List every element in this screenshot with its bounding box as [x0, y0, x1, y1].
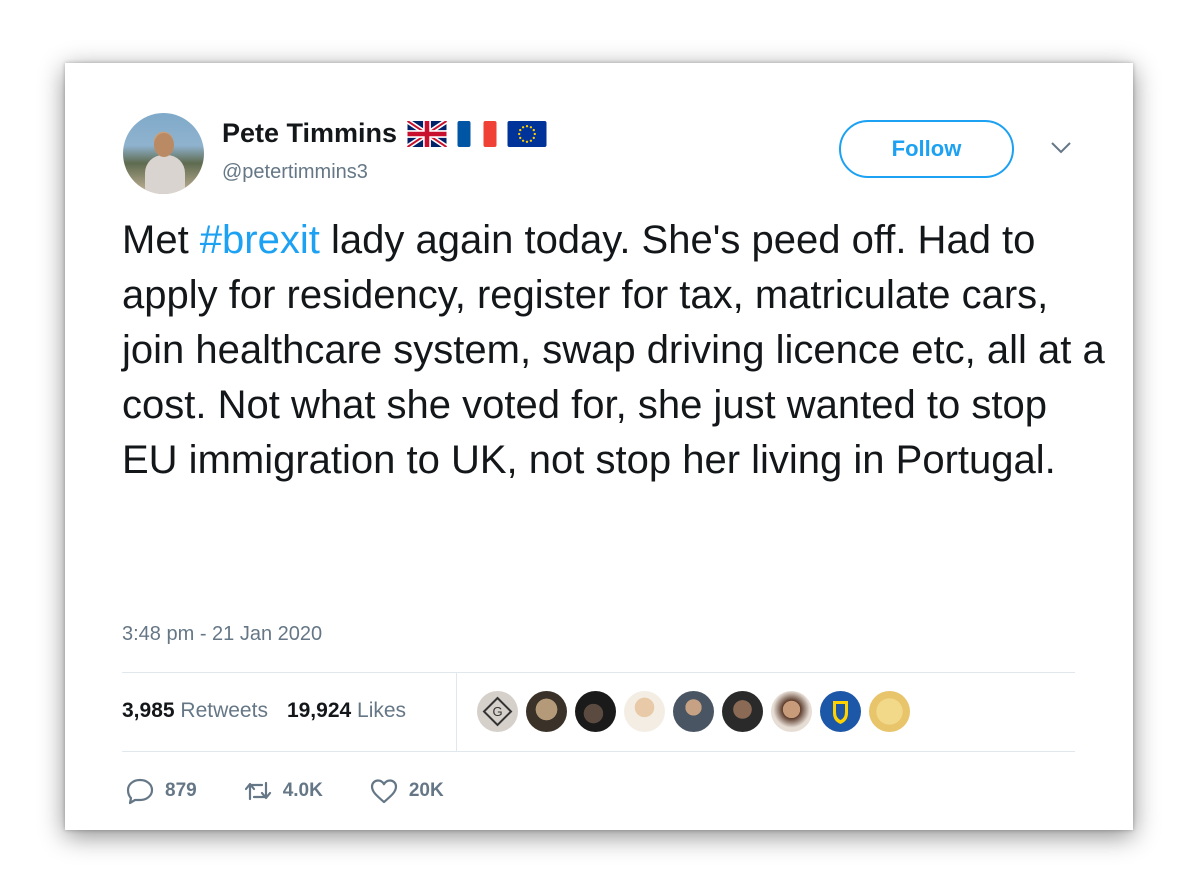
tweet-text-part: Met	[122, 218, 200, 262]
retweet-icon	[244, 781, 271, 801]
author-name-row: Pete Timmins	[222, 118, 547, 149]
divider	[122, 672, 1075, 673]
hashtag-link[interactable]: #brexit	[200, 218, 320, 262]
france-flag-icon	[457, 120, 497, 147]
liker-avatar[interactable]	[575, 691, 616, 732]
liker-avatar[interactable]	[526, 691, 567, 732]
liker-avatar[interactable]	[771, 691, 812, 732]
retweets-stat[interactable]: 3,985 Retweets	[122, 699, 268, 723]
like-button[interactable]: 20K	[369, 777, 444, 805]
tweet-timestamp[interactable]: 3:48 pm - 21 Jan 2020	[122, 623, 322, 646]
reply-button[interactable]: 879	[125, 777, 197, 805]
author-name[interactable]: Pete Timmins	[222, 118, 397, 149]
liker-avatars: G	[477, 691, 910, 732]
tweet-text: Met #brexit lady again today. She's peed…	[122, 213, 1112, 488]
liker-avatar[interactable]: G	[477, 691, 518, 732]
follow-button[interactable]: Follow	[839, 120, 1014, 178]
stats-divider	[456, 673, 457, 751]
liker-avatar[interactable]	[722, 691, 763, 732]
retweets-count: 3,985	[122, 699, 175, 722]
liker-avatar[interactable]	[624, 691, 665, 732]
like-count: 20K	[408, 780, 444, 801]
retweet-button[interactable]: 4.0K	[243, 777, 323, 805]
avatar[interactable]	[123, 113, 204, 194]
liker-avatar[interactable]	[869, 691, 910, 732]
chevron-down-icon[interactable]	[1050, 141, 1072, 155]
tweet-card: Pete Timmins @petertimmins3 Follow Met #…	[65, 63, 1133, 830]
svg-text:G: G	[492, 704, 502, 719]
reply-count: 879	[165, 780, 197, 801]
reply-icon	[126, 778, 154, 805]
likes-stat[interactable]: 19,924 Likes	[287, 699, 406, 723]
retweets-label: Retweets	[180, 699, 268, 722]
uk-flag-icon	[407, 120, 448, 147]
engagement-stats: 3,985 Retweets 19,924 Likes	[122, 699, 406, 723]
divider	[122, 751, 1075, 752]
liker-avatar[interactable]	[820, 691, 861, 732]
tweet-actions: 879 4.0K 20K	[125, 777, 490, 805]
heart-icon	[370, 779, 397, 804]
retweet-count: 4.0K	[282, 780, 323, 801]
likes-label: Likes	[357, 699, 407, 722]
author-handle[interactable]: @petertimmins3	[222, 161, 368, 184]
eu-flag-icon	[507, 120, 547, 147]
liker-avatar[interactable]	[673, 691, 714, 732]
likes-count: 19,924	[286, 699, 352, 722]
